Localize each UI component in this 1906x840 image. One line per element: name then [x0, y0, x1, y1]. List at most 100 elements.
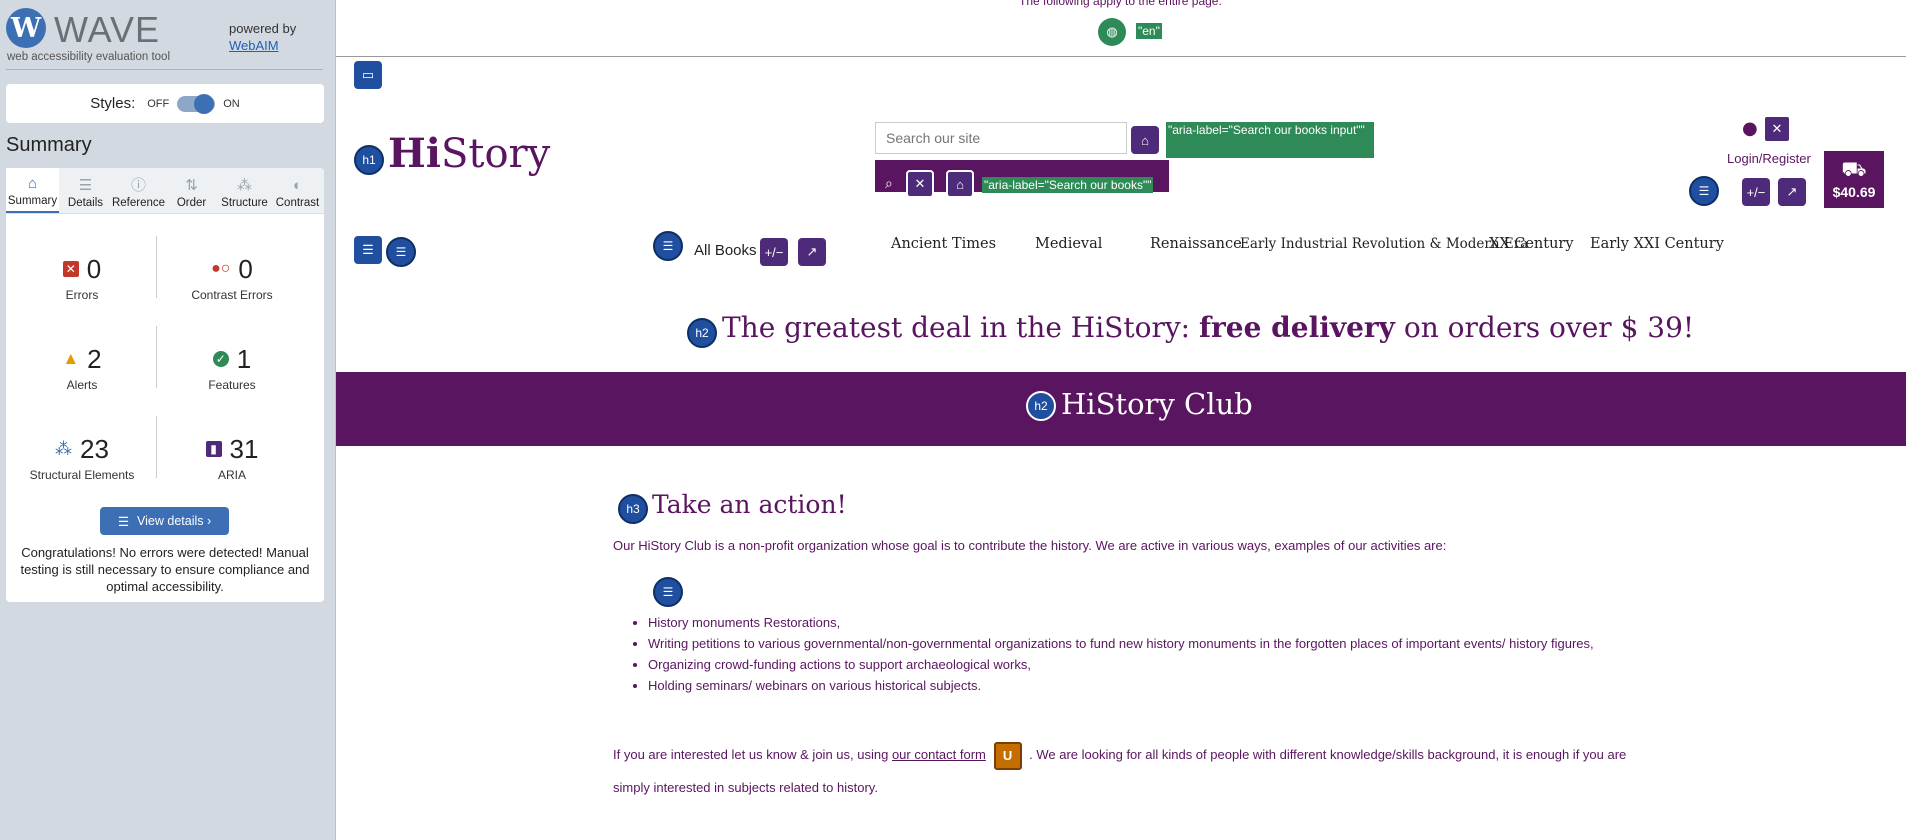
site-content: The following apply to the entire page. … — [336, 0, 1906, 840]
h3-icon[interactable]: h3 — [618, 494, 648, 524]
deal-bold: free delivery — [1199, 311, 1395, 344]
tab-label: Contrast — [275, 197, 320, 209]
cart-total: $40.69 — [1832, 183, 1876, 200]
deal-heading: The greatest deal in the HiStory: free d… — [722, 311, 1694, 344]
stat-label: ARIA — [217, 468, 246, 482]
tab-label: Reference — [111, 197, 166, 209]
link-icon[interactable]: ↗ — [1778, 178, 1806, 206]
nav-renaissance[interactable]: Renaissance — [1150, 236, 1242, 252]
aria-tag-icon[interactable]: ⌂ — [946, 170, 974, 198]
h2-icon[interactable]: h2 — [687, 318, 717, 348]
tab-contrast[interactable]: ◐ Contrast — [271, 168, 324, 213]
alert-icon: ▲ — [62, 349, 80, 368]
landmark-icon[interactable]: ▭ — [354, 61, 382, 89]
stat-errors[interactable]: ✕ 0 Errors — [10, 252, 154, 302]
tab-label: Structure — [221, 197, 268, 209]
powered-by: powered by WebAIM — [229, 20, 296, 54]
webaim-link[interactable]: WebAIM — [229, 37, 296, 54]
stat-label: Contrast Errors — [191, 288, 273, 302]
stat-label: Alerts — [66, 378, 98, 392]
h1-icon[interactable]: h1 — [354, 145, 384, 175]
search-input[interactable] — [875, 122, 1127, 154]
nav-medieval[interactable]: Medieval — [1035, 236, 1102, 252]
list-icon[interactable]: ☰ — [386, 237, 416, 267]
contrast-icon: ◐ — [292, 177, 303, 194]
stat-count: 0 — [238, 253, 253, 284]
app-root: W WAVE web accessibility evaluation tool… — [0, 0, 1906, 840]
contact-pre: If you are interested let us know & join… — [613, 747, 889, 762]
feature-check-icon: ✓ — [212, 351, 229, 367]
list-item: History monuments Restorations, — [648, 612, 1658, 633]
stat-divider — [156, 416, 157, 478]
login-register-link[interactable]: Login/Register — [1727, 151, 1811, 166]
club-intro: Our HiStory Club is a non-profit organiz… — [613, 538, 1447, 553]
tab-label: Order — [176, 197, 207, 209]
tab-label: Summary — [7, 195, 58, 207]
home-icon: ⌂ — [27, 175, 38, 192]
info-icon: ⓘ — [130, 177, 146, 194]
tab-details[interactable]: ☰ Details — [59, 168, 112, 213]
contact-form-link[interactable]: our contact form — [892, 747, 986, 762]
tab-label: Details — [67, 197, 104, 209]
all-books-menu[interactable]: All Books — [694, 242, 757, 259]
styles-on-label: ON — [223, 97, 240, 110]
view-details-label: View details › — [137, 514, 212, 528]
list-icon: ☰ — [78, 177, 93, 194]
list-icon[interactable]: ☰ — [653, 577, 683, 607]
tab-structure[interactable]: ⁂ Structure — [218, 168, 271, 213]
activities-list: History monuments Restorations, Writing … — [648, 612, 1658, 696]
styles-toggle-box: Styles: OFF ON — [6, 84, 324, 123]
list-item: Writing petitions to various governmenta… — [648, 633, 1658, 654]
nav-industrial-revolution[interactable]: Early Industrial Revolution & Modern Era — [1240, 236, 1528, 252]
stat-divider — [156, 326, 157, 388]
stat-contrast-errors[interactable]: ●○ 0 Contrast Errors — [160, 252, 304, 303]
stat-structural-elements[interactable]: ⁂ 23 Structural Elements — [10, 432, 154, 483]
wave-logo-icon: W — [6, 8, 46, 48]
stat-count: 31 — [229, 433, 259, 464]
wave-sidebar: W WAVE web accessibility evaluation tool… — [0, 0, 336, 840]
stat-count: 0 — [86, 253, 102, 284]
list-icon[interactable]: ☰ — [653, 231, 683, 261]
stat-features[interactable]: ✓ 1 Features — [160, 342, 304, 393]
stat-count: 1 — [236, 343, 252, 374]
sidebar-divider — [6, 69, 323, 70]
tab-reference[interactable]: ⓘ Reference — [112, 168, 165, 213]
search-icon: ⌕ — [885, 176, 893, 192]
nav-xxi-century[interactable]: Early XXI Century — [1590, 236, 1724, 252]
contact-paragraph: If you are interested let us know & join… — [613, 738, 1643, 804]
brand-logo[interactable]: HiStory — [388, 130, 550, 177]
toggle-icon[interactable]: +/− — [760, 238, 788, 266]
stat-aria[interactable]: ▮ 31 ARIA — [160, 432, 304, 482]
summary-title: Summary — [6, 134, 92, 156]
structure-icon: ⁂ — [237, 177, 252, 194]
cart-icon: ⛟ — [1841, 158, 1867, 181]
aria-tag-icon[interactable]: ⌂ — [1131, 126, 1159, 154]
link-icon[interactable]: ↗ — [798, 238, 826, 266]
tab-order[interactable]: ⇅ Order — [165, 168, 218, 213]
styles-switch[interactable] — [177, 93, 216, 114]
aria-label-search-button: "aria-label="Search our books"" — [982, 177, 1154, 193]
tab-summary[interactable]: ⌂ Summary — [6, 168, 59, 213]
cart-button[interactable]: ⛟ $40.69 — [1824, 151, 1884, 208]
list-icon[interactable]: ☰ — [1689, 176, 1719, 206]
page-note: The following apply to the entire page. — [1019, 0, 1222, 8]
error-x-icon[interactable]: ✕ — [906, 170, 934, 198]
stat-count: 23 — [80, 433, 109, 464]
congrats-message: Congratulations! No errors were detected… — [20, 545, 310, 594]
powered-by-label: powered by — [229, 21, 297, 36]
view-details-button[interactable]: ☰ View details › — [100, 507, 229, 535]
h2-icon[interactable]: h2 — [1026, 391, 1056, 421]
list-item: Holding seminars/ webinars on various hi… — [648, 675, 1658, 696]
stat-alerts[interactable]: ▲ 2 Alerts — [10, 342, 154, 393]
underline-alert-icon[interactable]: U — [993, 741, 1022, 770]
toggle-icon[interactable]: +/− — [1742, 178, 1770, 206]
order-icon: ⇅ — [185, 177, 198, 194]
deal-pre: The greatest deal in the HiStory: — [722, 311, 1191, 344]
nav-xx-century[interactable]: XX Century — [1489, 236, 1574, 252]
error-x-icon[interactable]: ✕ — [1763, 115, 1791, 143]
nav-ancient-times[interactable]: Ancient Times — [891, 236, 996, 252]
list-item: Organizing crowd-funding actions to supp… — [648, 654, 1658, 675]
navigation-landmark-icon[interactable]: ☰ — [354, 236, 382, 264]
contrast-error-icon: ●○ — [211, 260, 231, 277]
language-globe-icon[interactable]: ◍ — [1098, 18, 1126, 46]
